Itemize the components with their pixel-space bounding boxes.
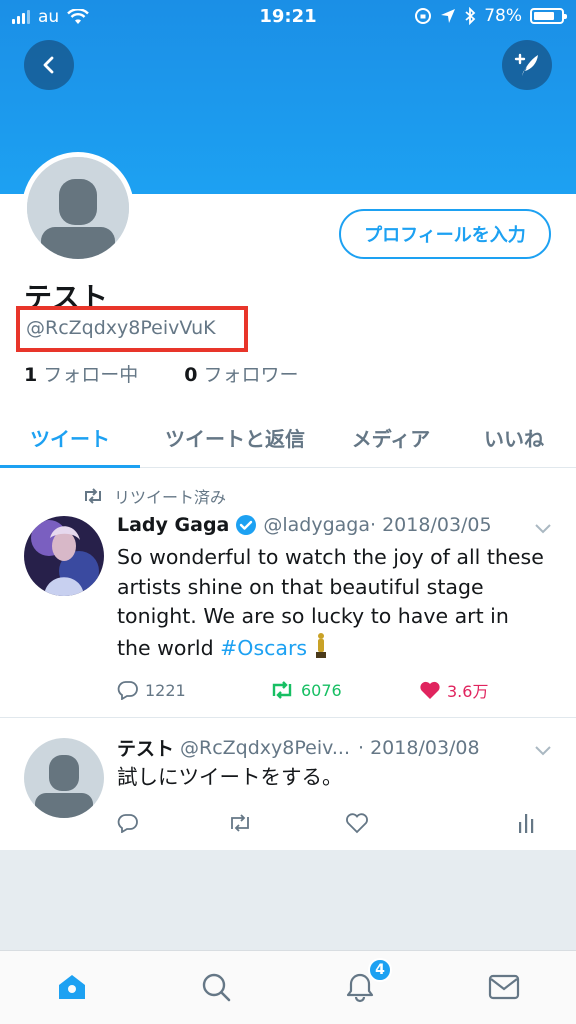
tweet-text: 試しにツイートをする。 [117, 765, 343, 789]
reply-action[interactable] [117, 813, 227, 833]
tab-media[interactable]: メディア [336, 406, 446, 468]
search-icon [202, 973, 231, 1002]
following-stat[interactable]: 1 フォロー中 [24, 360, 138, 387]
compose-tweet-button[interactable] [502, 40, 552, 90]
tweet-actions: 1221 6076 3.6万 [117, 678, 488, 702]
following-label: フォロー中 [43, 364, 139, 386]
messages-tab[interactable] [484, 967, 524, 1007]
tweet-avatar-self[interactable] [24, 738, 104, 818]
battery-icon [530, 8, 567, 24]
tweet-item[interactable]: リツイート済み Lady Gaga @ladygaga · 2018/03/05… [0, 470, 576, 718]
tab-likes[interactable]: いいね [466, 406, 562, 468]
mail-icon [488, 974, 520, 1000]
tweet-date: · 2018/03/05 [370, 514, 492, 536]
retweet-icon [231, 814, 249, 832]
tweet-header: Lady Gaga @ladygaga · 2018/03/05 [117, 514, 492, 536]
chevron-down-icon [535, 746, 551, 756]
location-icon [441, 9, 456, 23]
ladygaga-avatar-image [24, 516, 104, 596]
tab-tweets-and-replies[interactable]: ツイートと返信 [150, 406, 320, 468]
tweet-author-handle: @ladygaga [263, 514, 371, 536]
analytics-icon [519, 814, 534, 833]
retweet-action[interactable]: 6076 [269, 680, 419, 700]
profile-tabs: ツイート ツイートと返信 メディア いいね [0, 406, 576, 468]
screen-rotation-lock-icon [415, 8, 432, 24]
analytics-action[interactable] [517, 812, 535, 834]
retweet-action[interactable] [227, 813, 345, 833]
followers-label: フォロワー [203, 364, 299, 386]
like-action[interactable] [345, 812, 517, 834]
reply-action[interactable]: 1221 [117, 680, 269, 700]
tweet-author-name[interactable]: Lady Gaga [117, 514, 229, 536]
bluetooth-icon [465, 7, 476, 25]
chevron-down-icon [535, 524, 551, 534]
tweet-text: So wonderful to watch the joy of all the… [117, 543, 547, 663]
tab-tweets[interactable]: ツイート [0, 406, 140, 468]
like-action[interactable]: 3.6万 [419, 678, 488, 702]
like-count: 3.6万 [447, 682, 489, 701]
verified-badge-icon [235, 514, 257, 536]
tweet-menu-button[interactable] [534, 520, 552, 539]
tweet-avatar-ladygaga[interactable] [24, 516, 104, 596]
retweet-small-icon [85, 488, 101, 504]
active-tab-indicator [0, 465, 140, 468]
tweet-text-content: So wonderful to watch the joy of all the… [117, 545, 544, 660]
tweet-author-handle: @RcZqdxy8Peiv... [180, 736, 351, 759]
retweet-note: リツイート済み [82, 484, 226, 508]
heart-filled-icon [420, 681, 440, 699]
reply-count: 1221 [145, 680, 186, 700]
tweet-item[interactable]: テスト @RcZqdxy8Peiv... · 2018/03/08 試しにツイー… [0, 718, 576, 850]
search-tab[interactable] [196, 967, 236, 1007]
feed-background [0, 850, 576, 950]
edit-profile-button[interactable]: プロフィールを入力 [339, 209, 551, 259]
retweet-count: 6076 [301, 680, 342, 700]
home-tab[interactable] [52, 967, 92, 1007]
battery-percent: 78% [484, 6, 522, 26]
default-avatar-icon [27, 157, 129, 259]
profile-avatar[interactable] [22, 152, 134, 264]
tweet-actions [117, 812, 547, 834]
home-icon [59, 975, 85, 999]
oscars-trophy-icon [315, 632, 326, 658]
chevron-left-icon [43, 56, 54, 74]
retweet-note-label: リツイート済み [114, 488, 227, 507]
hashtag-link[interactable]: #Oscars [220, 636, 307, 660]
heart-icon [346, 813, 368, 834]
reply-icon [117, 814, 138, 833]
status-bar: au 19:21 78% [0, 0, 576, 34]
tweet-menu-button[interactable] [534, 742, 552, 761]
tweet-author-name[interactable]: テスト [117, 734, 174, 761]
follow-stats: 1 フォロー中 0 フォロワー [24, 360, 299, 387]
followers-count: 0 [184, 364, 198, 386]
profile-handle: @RcZqdxy8PeivVuK [26, 317, 216, 339]
followers-stat[interactable]: 0 フォロワー [184, 360, 298, 387]
compose-feather-icon [514, 53, 538, 76]
notifications-badge: 4 [368, 958, 392, 982]
tweet-header: テスト @RcZqdxy8Peiv... · 2018/03/08 [117, 734, 480, 761]
tweet-date: · 2018/03/08 [358, 736, 480, 759]
default-avatar-icon [24, 738, 104, 818]
battery-level-fill [534, 12, 555, 20]
following-count: 1 [24, 364, 38, 386]
bottom-tab-bar [0, 950, 576, 1024]
back-button[interactable] [24, 40, 74, 90]
reply-icon [117, 681, 138, 700]
retweet-icon [272, 681, 292, 699]
